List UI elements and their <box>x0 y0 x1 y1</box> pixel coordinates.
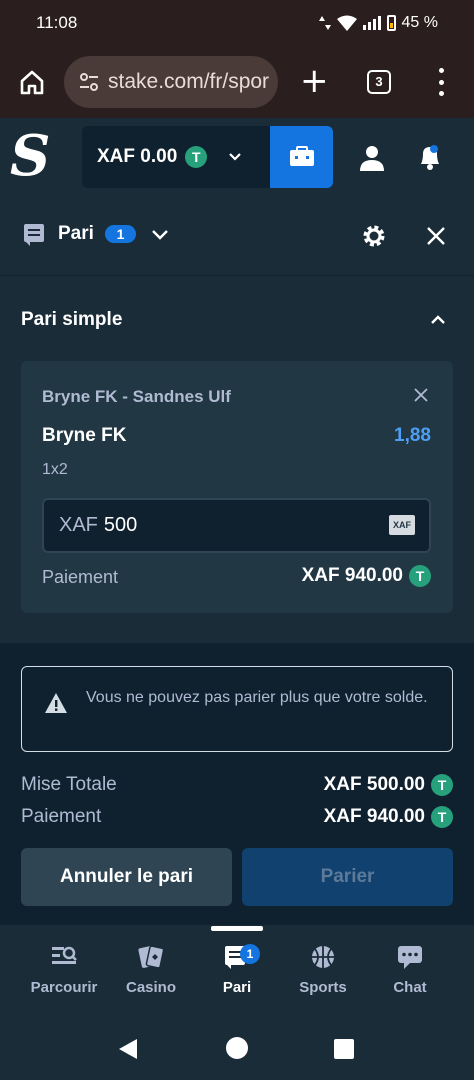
new-tab-button[interactable]: + <box>300 64 329 98</box>
browse-icon <box>52 946 77 964</box>
user-icon[interactable] <box>358 144 386 172</box>
stake-currency: XAF <box>59 514 98 536</box>
nav-label: Parcourir <box>30 979 98 996</box>
bet-card-wrapper: Bryne FK - Sandnes Ulf Bryne FK 1,88 1x2… <box>0 361 474 643</box>
signal-icon <box>362 16 381 30</box>
status-time: 11:08 <box>36 13 78 32</box>
tether-icon: T <box>431 774 453 796</box>
tether-icon: T <box>409 565 431 587</box>
close-betslip-icon[interactable] <box>426 226 446 246</box>
market-name: 1x2 <box>42 461 68 478</box>
nav-item-chat[interactable]: Chat <box>365 942 455 996</box>
system-navigation-bar <box>0 1014 474 1080</box>
remove-bet-icon[interactable] <box>414 388 428 402</box>
betslip-content: Pari simple Bryne FK - Sandnes Ulf Bryne… <box>0 277 474 925</box>
warning-icon <box>45 693 67 713</box>
status-icons: 45 % <box>318 14 438 32</box>
cancel-bet-button[interactable]: Annuler le pari <box>21 848 232 906</box>
home-icon[interactable] <box>18 68 46 96</box>
betslip-icon <box>24 224 44 246</box>
stake-logo[interactable]: S <box>10 124 50 188</box>
bet-card: Bryne FK - Sandnes Ulf Bryne FK 1,88 1x2… <box>21 361 453 613</box>
match-name[interactable]: Bryne FK - Sandnes Ulf <box>42 387 231 407</box>
recents-icon[interactable] <box>334 1039 354 1059</box>
wallet-button[interactable] <box>270 126 333 188</box>
selection-name: Bryne FK <box>42 425 127 446</box>
nav-item-sports[interactable]: Sports <box>278 942 368 996</box>
betslip-nav-badge: 1 <box>240 944 260 964</box>
browser-toolbar: stake.com/fr/spor + 3 <box>0 46 474 118</box>
cards-icon <box>138 945 165 969</box>
total-stake-row: Mise Totale XAF 500.00 T <box>21 771 453 799</box>
status-bar: 11:08 45 % <box>0 0 474 46</box>
nav-label: Pari <box>222 979 252 996</box>
payout-value: XAF 940.00 T <box>302 565 431 587</box>
betslip-header: Pari 1 <box>0 196 474 276</box>
nav-item-betslip[interactable]: Pari <box>192 942 282 996</box>
battery-icon <box>386 15 396 31</box>
total-stake-label: Mise Totale <box>21 774 117 795</box>
single-bet-section-header[interactable]: Pari simple <box>0 277 474 361</box>
section-title: Pari simple <box>21 309 123 330</box>
total-payout-amount: XAF 940.00 <box>323 806 425 827</box>
tether-icon: T <box>185 146 208 168</box>
balance-amount: XAF 0.00 <box>97 146 178 167</box>
betslip-dropdown-chevron-icon[interactable] <box>152 227 168 241</box>
tab-switcher-button[interactable]: 3 <box>367 70 391 94</box>
battery-level: 45 % <box>401 14 438 31</box>
home-circle-icon[interactable] <box>226 1037 248 1059</box>
stake-input[interactable]: XAF 500 XAF <box>42 498 431 553</box>
payout-amount: XAF 940.00 <box>301 565 403 586</box>
app-header: S XAF 0.00 T <box>0 118 474 196</box>
active-tab-indicator <box>211 926 263 931</box>
wifi-icon <box>336 15 357 31</box>
nav-label: Sports <box>299 979 347 996</box>
address-bar[interactable]: stake.com/fr/spor <box>64 56 278 108</box>
notification-bell-icon[interactable] <box>415 142 445 172</box>
insufficient-balance-warning: Vous ne pouvez pas parier plus que votre… <box>21 666 453 752</box>
chat-icon <box>398 946 422 969</box>
browser-menu-icon[interactable] <box>436 68 446 96</box>
nav-item-casino[interactable]: Casino <box>106 942 196 996</box>
nav-item-browse[interactable]: Parcourir <box>19 942 109 996</box>
betslip-count-badge: 1 <box>105 225 136 243</box>
wallet-icon <box>289 146 314 166</box>
nav-label: Chat <box>393 979 427 996</box>
back-icon[interactable] <box>118 1038 138 1060</box>
stake-value: 500 <box>103 514 138 536</box>
total-stake-value: XAF 500.00 T <box>324 774 453 796</box>
total-payout-label: Paiement <box>21 806 102 827</box>
chevron-up-icon[interactable] <box>430 312 446 328</box>
payout-label: Paiement <box>42 567 119 587</box>
balance-selector[interactable]: XAF 0.00 T <box>82 126 270 188</box>
warning-text: Vous ne pouvez pas parier plus que votre… <box>86 689 428 706</box>
total-stake-amount: XAF 500.00 <box>323 774 425 795</box>
tether-icon: T <box>431 806 453 828</box>
basketball-icon <box>312 946 334 968</box>
odds-value: 1,88 <box>394 425 431 446</box>
total-payout-value: XAF 940.00 T <box>324 806 453 828</box>
bottom-navigation: Parcourir Casino Pari Sports Chat <box>0 926 474 1014</box>
data-transfer-icon <box>318 16 331 30</box>
place-bet-button[interactable]: Parier <box>242 848 453 906</box>
url-text: stake.com/fr/spor <box>108 70 270 93</box>
betslip-title[interactable]: Pari <box>58 223 94 245</box>
settings-gear-icon[interactable] <box>362 224 386 248</box>
total-payout-row: Paiement XAF 940.00 T <box>21 803 453 831</box>
nav-label: Casino <box>125 979 176 996</box>
chevron-down-icon <box>229 153 242 161</box>
site-settings-icon[interactable] <box>78 71 100 93</box>
currency-badge-icon: XAF <box>389 515 415 535</box>
